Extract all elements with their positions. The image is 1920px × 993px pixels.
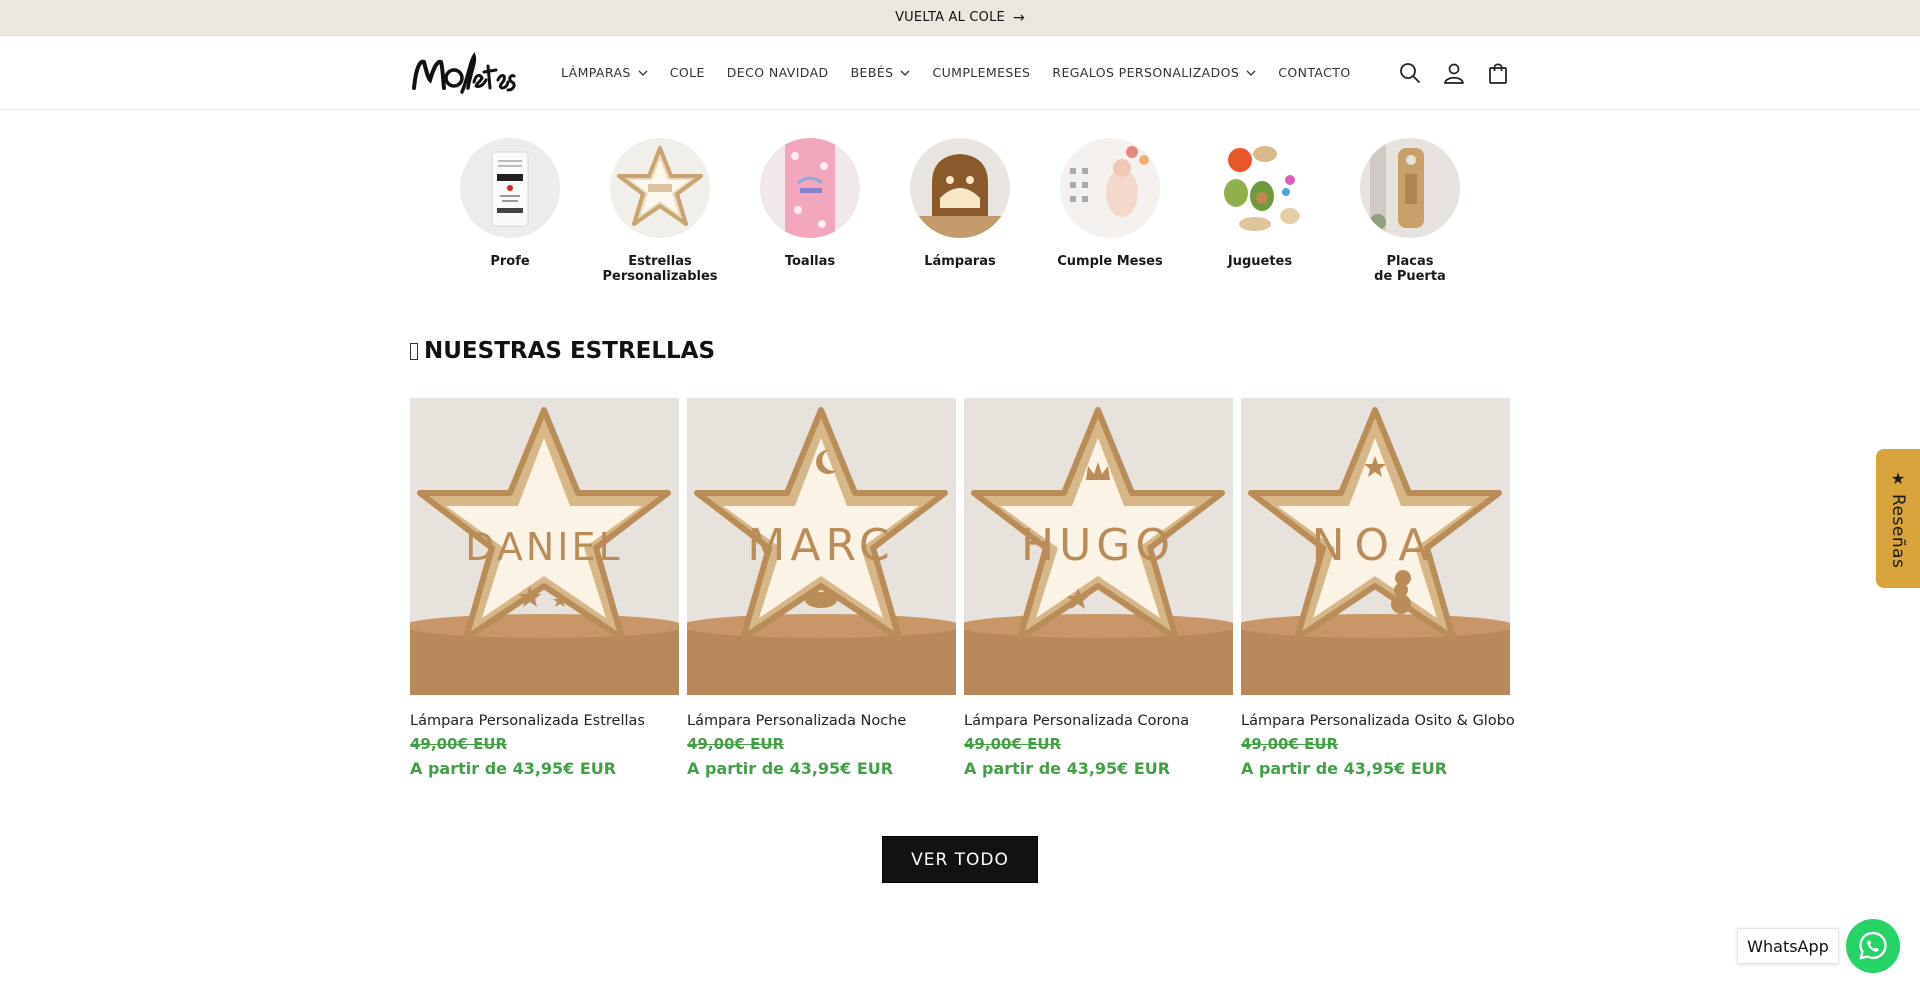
whatsapp-icon [1859, 931, 1887, 960]
nav-deco-navidad-label: DECO NAVIDAD [726, 65, 829, 80]
chevron-down-icon [1246, 70, 1256, 76]
category-juguetes[interactable]: Juguetes [1195, 138, 1325, 284]
product-name[interactable]: Lámpara Personalizada Osito & Globo [1241, 713, 1515, 729]
nav-regalos-personalizados[interactable]: REGALOS PERSONALIZADOS [1041, 53, 1267, 93]
chevron-down-icon [638, 70, 648, 76]
whatsapp-label[interactable]: WhatsApp [1737, 928, 1839, 964]
nav-bebes-label: BEBÉS [850, 65, 894, 80]
category-placas-puerta-image [1360, 138, 1460, 238]
category-cumple-meses-image [1060, 138, 1160, 238]
lamp-name-text: MARC [747, 520, 894, 571]
category-juguetes-image [1210, 138, 1310, 238]
chevron-down-icon [901, 70, 910, 76]
product-price: A partir de 43,95€ EUR [687, 759, 894, 778]
product-name[interactable]: Lámpara Personalizada Noche [687, 713, 956, 729]
product-name[interactable]: Lámpara Personalizada Estrellas [410, 713, 679, 729]
nav-contacto[interactable]: CONTACTO [1267, 53, 1361, 93]
category-strip: Profe Estrellas Personalizables Toallas [445, 138, 1475, 284]
account-icon[interactable] [1442, 61, 1466, 85]
product-old-price: 49,00€ EUR [410, 735, 508, 753]
product-old-price: 49,00€ EUR [1241, 735, 1339, 753]
category-profe-label: Profe [490, 254, 530, 269]
category-toallas-label: Toallas [784, 254, 836, 269]
category-profe-image [460, 138, 560, 238]
whatsapp-button[interactable] [1846, 919, 1900, 973]
category-juguetes-label: Juguetes [1227, 254, 1293, 269]
category-lamparas[interactable]: Lámparas [895, 138, 1025, 284]
main-nav: LÁMPARAS COLE DECO NAVIDAD BEBÉS CUMPLEM… [550, 53, 1362, 93]
featured-section-title: NUESTRAS ESTRELLAS [410, 338, 715, 364]
category-lamparas-label: Lámparas [924, 254, 996, 269]
product-old-price: 49,00€ EUR [964, 735, 1062, 753]
product-card[interactable]: MARC Lámpara Personalizada Noche 49,00€ … [687, 398, 956, 778]
category-lamparas-image [910, 138, 1010, 238]
nav-lamparas-label: LÁMPARAS [561, 65, 631, 80]
announcement-text[interactable]: VUELTA AL COLE [895, 10, 1005, 25]
nav-bebes[interactable]: BEBÉS [840, 53, 922, 93]
product-name[interactable]: Lámpara Personalizada Corona [964, 713, 1233, 729]
featured-title-text: NUESTRAS ESTRELLAS [424, 338, 716, 364]
nav-deco-navidad[interactable]: DECO NAVIDAD [716, 53, 840, 93]
category-estrellas-image [610, 138, 710, 238]
category-estrellas-label: Estrellas Personalizables [602, 254, 718, 284]
product-price: A partir de 43,95€ EUR [410, 759, 617, 778]
search-icon[interactable] [1398, 61, 1422, 85]
lamp-name-text: HUGO [1021, 520, 1175, 571]
category-toallas[interactable]: Toallas [745, 138, 875, 284]
star-icon: ★ [1890, 468, 1906, 488]
cart-icon[interactable] [1486, 61, 1510, 85]
category-cumple-meses-label: Cumple Meses [1057, 254, 1163, 269]
announcement-bar[interactable]: VUELTA AL COLE → [0, 0, 1920, 36]
product-image[interactable]: DANIEL [410, 398, 679, 695]
category-profe[interactable]: Profe [445, 138, 575, 284]
product-price: A partir de 43,95€ EUR [1241, 759, 1448, 778]
nav-cumplemeses-label: CUMPLEMESES [932, 65, 1031, 80]
product-card[interactable]: DANIEL Lámpara Personalizada Estrellas 4… [410, 398, 679, 778]
category-cumple-meses[interactable]: Cumple Meses [1045, 138, 1175, 284]
product-card[interactable]: HUGO Lámpara Personalizada Corona 49,00€… [964, 398, 1233, 778]
site-header: LÁMPARAS COLE DECO NAVIDAD BEBÉS CUMPLEM… [0, 36, 1920, 110]
nav-lamparas[interactable]: LÁMPARAS [550, 53, 659, 93]
nav-regalos-label: REGALOS PERSONALIZADOS [1052, 65, 1240, 80]
lamp-name-text: NOA [1312, 520, 1439, 571]
product-image[interactable]: HUGO [964, 398, 1233, 695]
product-image[interactable]: NOA [1241, 398, 1510, 695]
category-toallas-image [760, 138, 860, 238]
nav-contacto-label: CONTACTO [1278, 65, 1351, 80]
product-old-price: 49,00€ EUR [687, 735, 785, 753]
site-logo[interactable] [410, 48, 520, 98]
reviews-tab[interactable]: ★ Reseñas [1876, 449, 1920, 588]
arrow-right-icon: → [1012, 9, 1025, 26]
product-image[interactable]: MARC [687, 398, 956, 695]
product-price: A partir de 43,95€ EUR [964, 759, 1171, 778]
lamp-name-text: DANIEL [465, 525, 622, 569]
reviews-tab-label: Reseñas [1888, 493, 1908, 569]
star-placeholder-icon [410, 342, 418, 360]
nav-cole-label: COLE [669, 65, 705, 80]
nav-cole[interactable]: COLE [659, 53, 716, 93]
nav-cumplemeses[interactable]: CUMPLEMESES [921, 53, 1041, 93]
category-placas-puerta-label: Placas de Puerta [1374, 254, 1446, 284]
category-estrellas[interactable]: Estrellas Personalizables [595, 138, 725, 284]
product-card[interactable]: NOA Lámpara Personalizada Osito & Globo … [1241, 398, 1515, 778]
view-all-button[interactable]: VER TODO [882, 836, 1038, 883]
category-placas-puerta[interactable]: Placas de Puerta [1345, 138, 1475, 284]
featured-product-grid: DANIEL Lámpara Personalizada Estrellas 4… [410, 398, 1515, 778]
